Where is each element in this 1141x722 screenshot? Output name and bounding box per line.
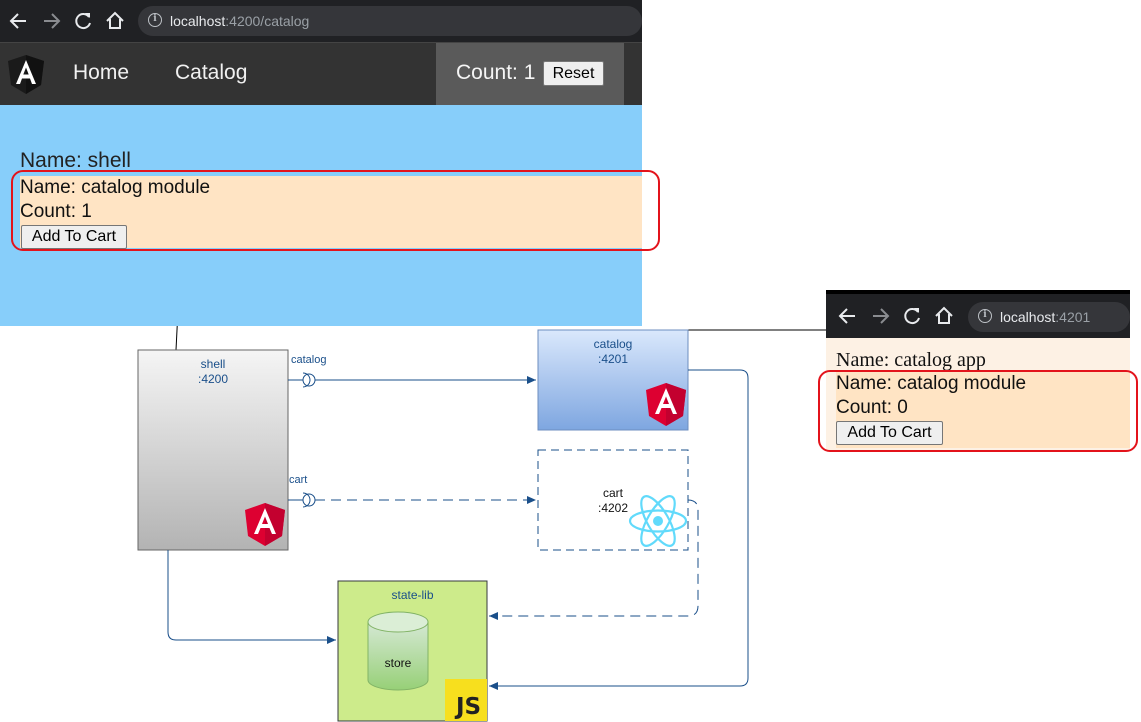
cart-count-label: Count: 1 [456, 61, 536, 84]
edge-shell-cart [288, 492, 536, 508]
edge-label-catalog: catalog [291, 354, 327, 366]
reload-icon[interactable] [67, 0, 99, 42]
store-cylinder [367, 611, 429, 691]
info-icon[interactable]: i [148, 13, 162, 27]
angular-logo-icon[interactable] [8, 55, 44, 95]
app-navbar: Home Catalog Count: 1 Reset [0, 42, 642, 105]
highlight-callout [11, 170, 660, 251]
forward-icon[interactable] [35, 0, 67, 42]
catalog-node-label: catalog :4201 [593, 337, 633, 366]
edge-shell-state-lib [167, 550, 336, 644]
shell-node-label: shell :4200 [197, 357, 229, 386]
reset-button[interactable]: Reset [543, 61, 604, 86]
highlight-callout [818, 370, 1138, 452]
nav-link-home[interactable]: Home [73, 43, 129, 103]
back-icon[interactable] [832, 294, 864, 338]
browser-toolbar: i localhost:4201 [826, 290, 1130, 338]
back-icon[interactable] [3, 0, 35, 42]
store-label: store [384, 656, 412, 670]
edge-label-cart: cart [289, 474, 308, 486]
home-icon[interactable] [928, 294, 960, 338]
url-text: localhost:4200/catalog [170, 13, 310, 29]
nav-link-catalog[interactable]: Catalog [175, 43, 247, 103]
info-icon[interactable]: i [978, 309, 992, 323]
address-bar[interactable]: i localhost:4200/catalog [138, 6, 642, 36]
edge-shell-catalog [288, 372, 536, 388]
address-bar[interactable]: i localhost:4201 [968, 302, 1130, 332]
cart-count-panel: Count: 1 Reset [436, 43, 624, 105]
js-badge-label: JS [456, 694, 482, 720]
catalog-app-name-text: Name: catalog app [836, 349, 986, 371]
browser-toolbar: i localhost:4200/catalog [0, 0, 642, 42]
reload-icon[interactable] [896, 294, 928, 338]
url-text: localhost:4201 [1000, 309, 1091, 325]
shell-browser-window: i localhost:4200/catalog Home Catalog Co… [0, 0, 660, 326]
forward-icon[interactable] [864, 294, 896, 338]
home-icon[interactable] [99, 0, 131, 42]
catalog-browser-window: i localhost:4201 Name: catalog app Name:… [818, 290, 1138, 452]
state-lib-label: state-lib [391, 588, 434, 602]
cart-node-label: cart :4202 [597, 486, 629, 515]
